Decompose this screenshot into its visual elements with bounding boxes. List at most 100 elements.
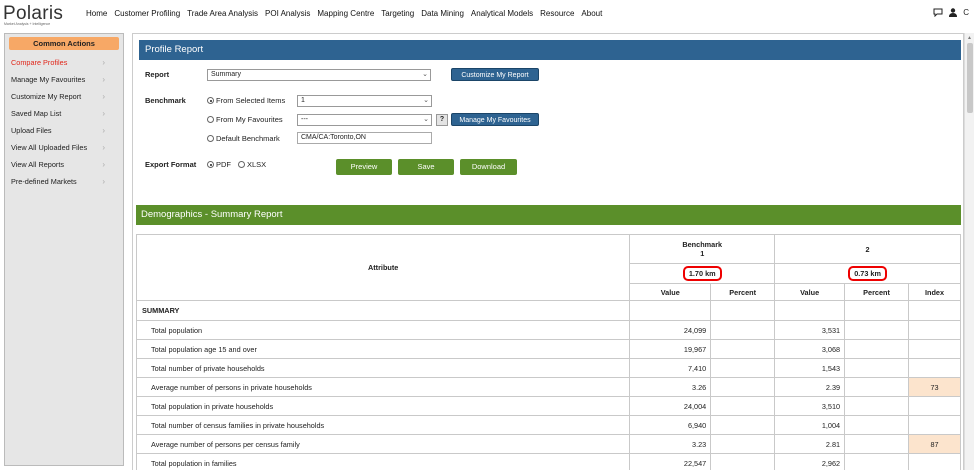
from-selected-select[interactable]: 1 ⌄: [297, 95, 432, 107]
row-value: 3,531: [774, 320, 846, 340]
from-favourites-radio[interactable]: From My Favourites: [207, 115, 283, 124]
nav-poi-analysis[interactable]: POI Analysis: [265, 9, 310, 18]
row-benchmark-value: 3.23: [629, 434, 712, 454]
row-benchmark-percent: [710, 415, 776, 435]
row-attribute: Total number of private households: [135, 358, 631, 378]
table-row: Total population 24,099 3,531: [135, 320, 961, 340]
nav-targeting[interactable]: Targeting: [381, 9, 414, 18]
row-benchmark-percent: [710, 339, 776, 359]
scroll-up-arrow-icon[interactable]: ▲: [967, 35, 972, 41]
row-attribute: Total number of census families in priva…: [135, 415, 631, 435]
row-benchmark-percent: [710, 453, 776, 470]
row-benchmark-percent: [710, 396, 776, 416]
row-benchmark-value: 7,410: [629, 358, 712, 378]
benchmark-radius-cell: 1.70 km: [629, 263, 776, 284]
percent-header: Percent: [710, 283, 776, 301]
radio-selected-icon: [207, 161, 214, 168]
xlsx-label: XLSX: [247, 160, 267, 169]
sidebar-item-label: Pre-defined Markets: [11, 177, 77, 186]
nav-resource[interactable]: Resource: [540, 9, 574, 18]
section-row: SUMMARY: [135, 300, 961, 321]
from-favourites-value: ---: [301, 116, 308, 123]
row-value: 2.39: [774, 377, 846, 397]
nav-mapping-centre[interactable]: Mapping Centre: [317, 9, 374, 18]
row-attribute: Average number of persons in private hou…: [135, 377, 631, 397]
user-icon[interactable]: [949, 8, 958, 17]
row-attribute: Total population in private households: [135, 396, 631, 416]
row-value: 2,962: [774, 453, 846, 470]
customize-report-button[interactable]: Customize My Report: [451, 68, 539, 81]
xlsx-radio[interactable]: XLSX: [238, 160, 266, 169]
radio-unselected-icon: [207, 135, 214, 142]
chevron-right-icon: ›: [102, 75, 105, 84]
nav-data-mining[interactable]: Data Mining: [421, 9, 464, 18]
chevron-down-icon: ⌄: [422, 71, 428, 78]
sidebar-item-label: View All Reports: [11, 160, 64, 169]
row-benchmark-value: 22,547: [629, 453, 712, 470]
from-favourites-select[interactable]: --- ⌄: [297, 114, 432, 126]
manage-favourites-button[interactable]: Manage My Favourites: [451, 113, 539, 126]
row-value: 3,510: [774, 396, 846, 416]
page-scrollbar[interactable]: ▲: [964, 33, 974, 470]
table-row: Average number of persons in private hou…: [135, 377, 961, 397]
benchmark-header: Benchmark 1: [629, 234, 776, 264]
table-header-row: Attribute Benchmark 1 2: [135, 234, 961, 301]
sidebar-item-label: Saved Map List: [11, 109, 62, 118]
chevron-right-icon: ›: [102, 126, 105, 135]
table-row: Total population in families 22,547 2,96…: [135, 453, 961, 470]
download-button[interactable]: Download: [460, 159, 517, 175]
summary-table: Attribute Benchmark 1 2 1.70 km 0.73 km …: [135, 234, 961, 470]
sidebar-item-view-uploaded-files[interactable]: View All Uploaded Files ›: [5, 139, 123, 156]
row-attribute: Total population in families: [135, 453, 631, 470]
sidebar-item-saved-map-list[interactable]: Saved Map List ›: [5, 105, 123, 122]
chevron-right-icon: ›: [102, 58, 105, 67]
chevron-down-icon: ⌄: [423, 97, 429, 104]
preview-button[interactable]: Preview: [336, 159, 392, 175]
sidebar-item-upload-files[interactable]: Upload Files ›: [5, 122, 123, 139]
table-row: Average number of persons per census fam…: [135, 434, 961, 454]
chevron-right-icon: ›: [102, 177, 105, 186]
sidebar-item-view-all-reports[interactable]: View All Reports ›: [5, 156, 123, 173]
benchmark-sub: 1: [700, 249, 705, 258]
attribute-header: Attribute: [135, 234, 631, 301]
row-value: 3,068: [774, 339, 846, 359]
sidebar-item-customize-report[interactable]: Customize My Report ›: [5, 88, 123, 105]
pdf-radio[interactable]: PDF: [207, 160, 231, 169]
row-benchmark-value: 24,004: [629, 396, 712, 416]
row-benchmark-value: 19,967: [629, 339, 712, 359]
row-benchmark-percent: [710, 434, 776, 454]
user-label[interactable]: C: [963, 8, 969, 17]
chevron-right-icon: ›: [102, 160, 105, 169]
nav-about[interactable]: About: [581, 9, 602, 18]
polaris-logo[interactable]: Polaris Market Analysis + Intelligence: [3, 2, 65, 28]
column-2-header: 2: [774, 234, 961, 264]
main-content: Profile Report Report Summary ⌄ Customiz…: [132, 33, 964, 470]
column-2-radius: 0.73 km: [848, 266, 887, 281]
chat-bubble-icon[interactable]: [933, 8, 943, 17]
sidebar-item-compare-profiles[interactable]: Compare Profiles ›: [5, 54, 123, 71]
row-percent: [844, 415, 910, 435]
sidebar-item-predefined-markets[interactable]: Pre-defined Markets ›: [5, 173, 123, 190]
from-selected-radio[interactable]: From Selected Items: [207, 96, 285, 105]
row-attribute: Total population age 15 and over: [135, 339, 631, 359]
nav-home[interactable]: Home: [86, 9, 107, 18]
default-benchmark-radio[interactable]: Default Benchmark: [207, 134, 280, 143]
row-value: 2.81: [774, 434, 846, 454]
nav-analytical-models[interactable]: Analytical Models: [471, 9, 533, 18]
nav-trade-area-analysis[interactable]: Trade Area Analysis: [187, 9, 258, 18]
from-favourites-label: From My Favourites: [216, 115, 283, 124]
nav-customer-profiling[interactable]: Customer Profiling: [114, 9, 180, 18]
row-value: 1,543: [774, 358, 846, 378]
from-selected-value: 1: [301, 97, 305, 104]
default-benchmark-field[interactable]: CMA/CA:Toronto,ON: [297, 132, 432, 144]
scrollbar-thumb[interactable]: [967, 43, 973, 113]
sidebar-item-manage-favourites[interactable]: Manage My Favourites ›: [5, 71, 123, 88]
radio-unselected-icon: [238, 161, 245, 168]
export-format-label: Export Format: [145, 160, 197, 169]
value-header: Value: [629, 283, 712, 301]
help-button[interactable]: ?: [436, 114, 448, 126]
save-button[interactable]: Save: [398, 159, 454, 175]
logo-tagline: Market Analysis + Intelligence: [4, 22, 51, 26]
row-percent: [844, 339, 910, 359]
report-select[interactable]: Summary ⌄: [207, 69, 431, 81]
